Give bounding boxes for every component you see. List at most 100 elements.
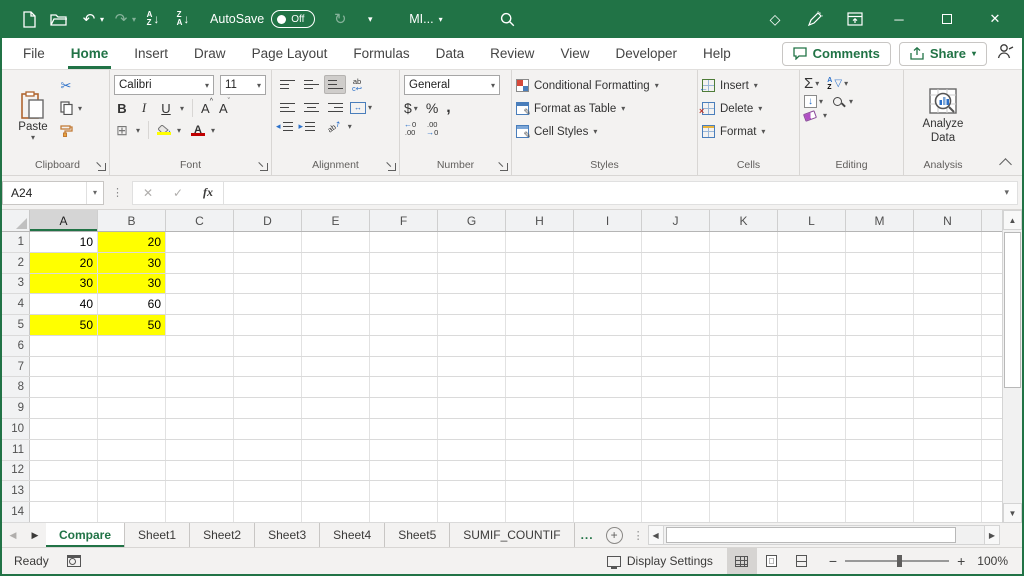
cell-G13[interactable] <box>438 481 506 501</box>
undo-button[interactable]: ↶▾ <box>76 6 104 32</box>
cell-L14[interactable] <box>778 502 846 522</box>
horizontal-scroll-thumb[interactable] <box>666 527 956 543</box>
cell-G4[interactable] <box>438 294 506 314</box>
paste-button[interactable]: Paste ▾ <box>10 75 56 157</box>
cell-A9[interactable] <box>30 398 98 418</box>
cell-M7[interactable] <box>846 357 914 377</box>
row-header-9[interactable]: 9 <box>2 398 30 418</box>
tab-home[interactable]: Home <box>58 38 122 69</box>
cell-E4[interactable] <box>302 294 370 314</box>
name-box-chevron-icon[interactable]: ▾ <box>86 182 103 204</box>
cell-G3[interactable] <box>438 274 506 294</box>
cell-B8[interactable] <box>98 377 166 397</box>
cell-E5[interactable] <box>302 315 370 335</box>
cell-H5[interactable] <box>506 315 574 335</box>
cell-D3[interactable] <box>234 274 302 294</box>
cell-G11[interactable] <box>438 440 506 460</box>
cell-D14[interactable] <box>234 502 302 522</box>
increase-indent-icon[interactable]: ▸ <box>299 121 316 132</box>
cell-G9[interactable] <box>438 398 506 418</box>
sheet-tab-sheet5[interactable]: Sheet5 <box>385 523 450 547</box>
merge-center-chevron-icon[interactable]: ▾ <box>368 103 372 112</box>
cell-C13[interactable] <box>166 481 234 501</box>
zoom-slider[interactable] <box>845 560 949 562</box>
cell-M8[interactable] <box>846 377 914 397</box>
sort-za-icon[interactable]: ZA↓ <box>170 6 196 32</box>
cell-H14[interactable] <box>506 502 574 522</box>
cell-E9[interactable] <box>302 398 370 418</box>
cell-C4[interactable] <box>166 294 234 314</box>
cell-J5[interactable] <box>642 315 710 335</box>
column-header-c[interactable]: C <box>166 210 234 231</box>
cell-G2[interactable] <box>438 253 506 273</box>
cell-B11[interactable] <box>98 440 166 460</box>
cell-M10[interactable] <box>846 419 914 439</box>
cell-K5[interactable] <box>710 315 778 335</box>
tab-file[interactable]: File <box>10 38 58 69</box>
search-icon[interactable] <box>495 6 521 32</box>
cell-M6[interactable] <box>846 336 914 356</box>
cell-D6[interactable] <box>234 336 302 356</box>
decrease-decimal-button[interactable]: .00→0 <box>426 121 438 137</box>
row-header-5[interactable]: 5 <box>2 315 30 335</box>
cell-M2[interactable] <box>846 253 914 273</box>
cell-E14[interactable] <box>302 502 370 522</box>
cell-E12[interactable] <box>302 461 370 481</box>
cell-B9[interactable] <box>98 398 166 418</box>
tab-help[interactable]: Help <box>690 38 744 69</box>
cell-N3[interactable] <box>914 274 982 294</box>
cell-N5[interactable] <box>914 315 982 335</box>
cell-B10[interactable] <box>98 419 166 439</box>
row-header-4[interactable]: 4 <box>2 294 30 314</box>
cell-H1[interactable] <box>506 232 574 252</box>
cell-B3[interactable]: 30 <box>98 274 166 294</box>
cell-I9[interactable] <box>574 398 642 418</box>
cell-J11[interactable] <box>642 440 710 460</box>
tab-review[interactable]: Review <box>477 38 547 69</box>
cell-J2[interactable] <box>642 253 710 273</box>
new-file-icon[interactable] <box>16 6 42 32</box>
row-header-3[interactable]: 3 <box>2 274 30 294</box>
align-center-icon[interactable] <box>300 98 322 117</box>
cell-C11[interactable] <box>166 440 234 460</box>
format-painter-icon[interactable] <box>56 121 76 139</box>
column-header-i[interactable]: I <box>574 210 642 231</box>
cell-K7[interactable] <box>710 357 778 377</box>
cell-C5[interactable] <box>166 315 234 335</box>
cell-J7[interactable] <box>642 357 710 377</box>
cell-I12[interactable] <box>574 461 642 481</box>
cell-E3[interactable] <box>302 274 370 294</box>
cell-B12[interactable] <box>98 461 166 481</box>
cell-E11[interactable] <box>302 440 370 460</box>
cell-L2[interactable] <box>778 253 846 273</box>
cell-M12[interactable] <box>846 461 914 481</box>
cell-D4[interactable] <box>234 294 302 314</box>
cell-D5[interactable] <box>234 315 302 335</box>
cell-M13[interactable] <box>846 481 914 501</box>
cell-N12[interactable] <box>914 461 982 481</box>
row-header-6[interactable]: 6 <box>2 336 30 356</box>
cell-G6[interactable] <box>438 336 506 356</box>
borders-chevron-icon[interactable]: ▾ <box>136 126 140 135</box>
font-color-chevron-icon[interactable]: ▾ <box>211 126 215 135</box>
cell-I10[interactable] <box>574 419 642 439</box>
premium-diamond-icon[interactable]: ◇ <box>758 4 792 34</box>
minimize-button[interactable]: ─ <box>878 2 920 36</box>
decrease-font-size-button[interactable]: Aˇ <box>219 101 230 116</box>
cell-L10[interactable] <box>778 419 846 439</box>
cell-H13[interactable] <box>506 481 574 501</box>
cell-D11[interactable] <box>234 440 302 460</box>
undo-chevron-icon[interactable]: ▾ <box>100 15 104 24</box>
column-header-d[interactable]: D <box>234 210 302 231</box>
cell-K2[interactable] <box>710 253 778 273</box>
cell-I1[interactable] <box>574 232 642 252</box>
tab-insert[interactable]: Insert <box>121 38 181 69</box>
cell-B2[interactable]: 30 <box>98 253 166 273</box>
cell-D9[interactable] <box>234 398 302 418</box>
cell-A10[interactable] <box>30 419 98 439</box>
cell-J4[interactable] <box>642 294 710 314</box>
column-header-m[interactable]: M <box>846 210 914 231</box>
horizontal-scroll-track[interactable] <box>664 525 984 545</box>
delete-cells-button[interactable]: × Delete ▾ <box>702 98 795 119</box>
cell-A4[interactable]: 40 <box>30 294 98 314</box>
